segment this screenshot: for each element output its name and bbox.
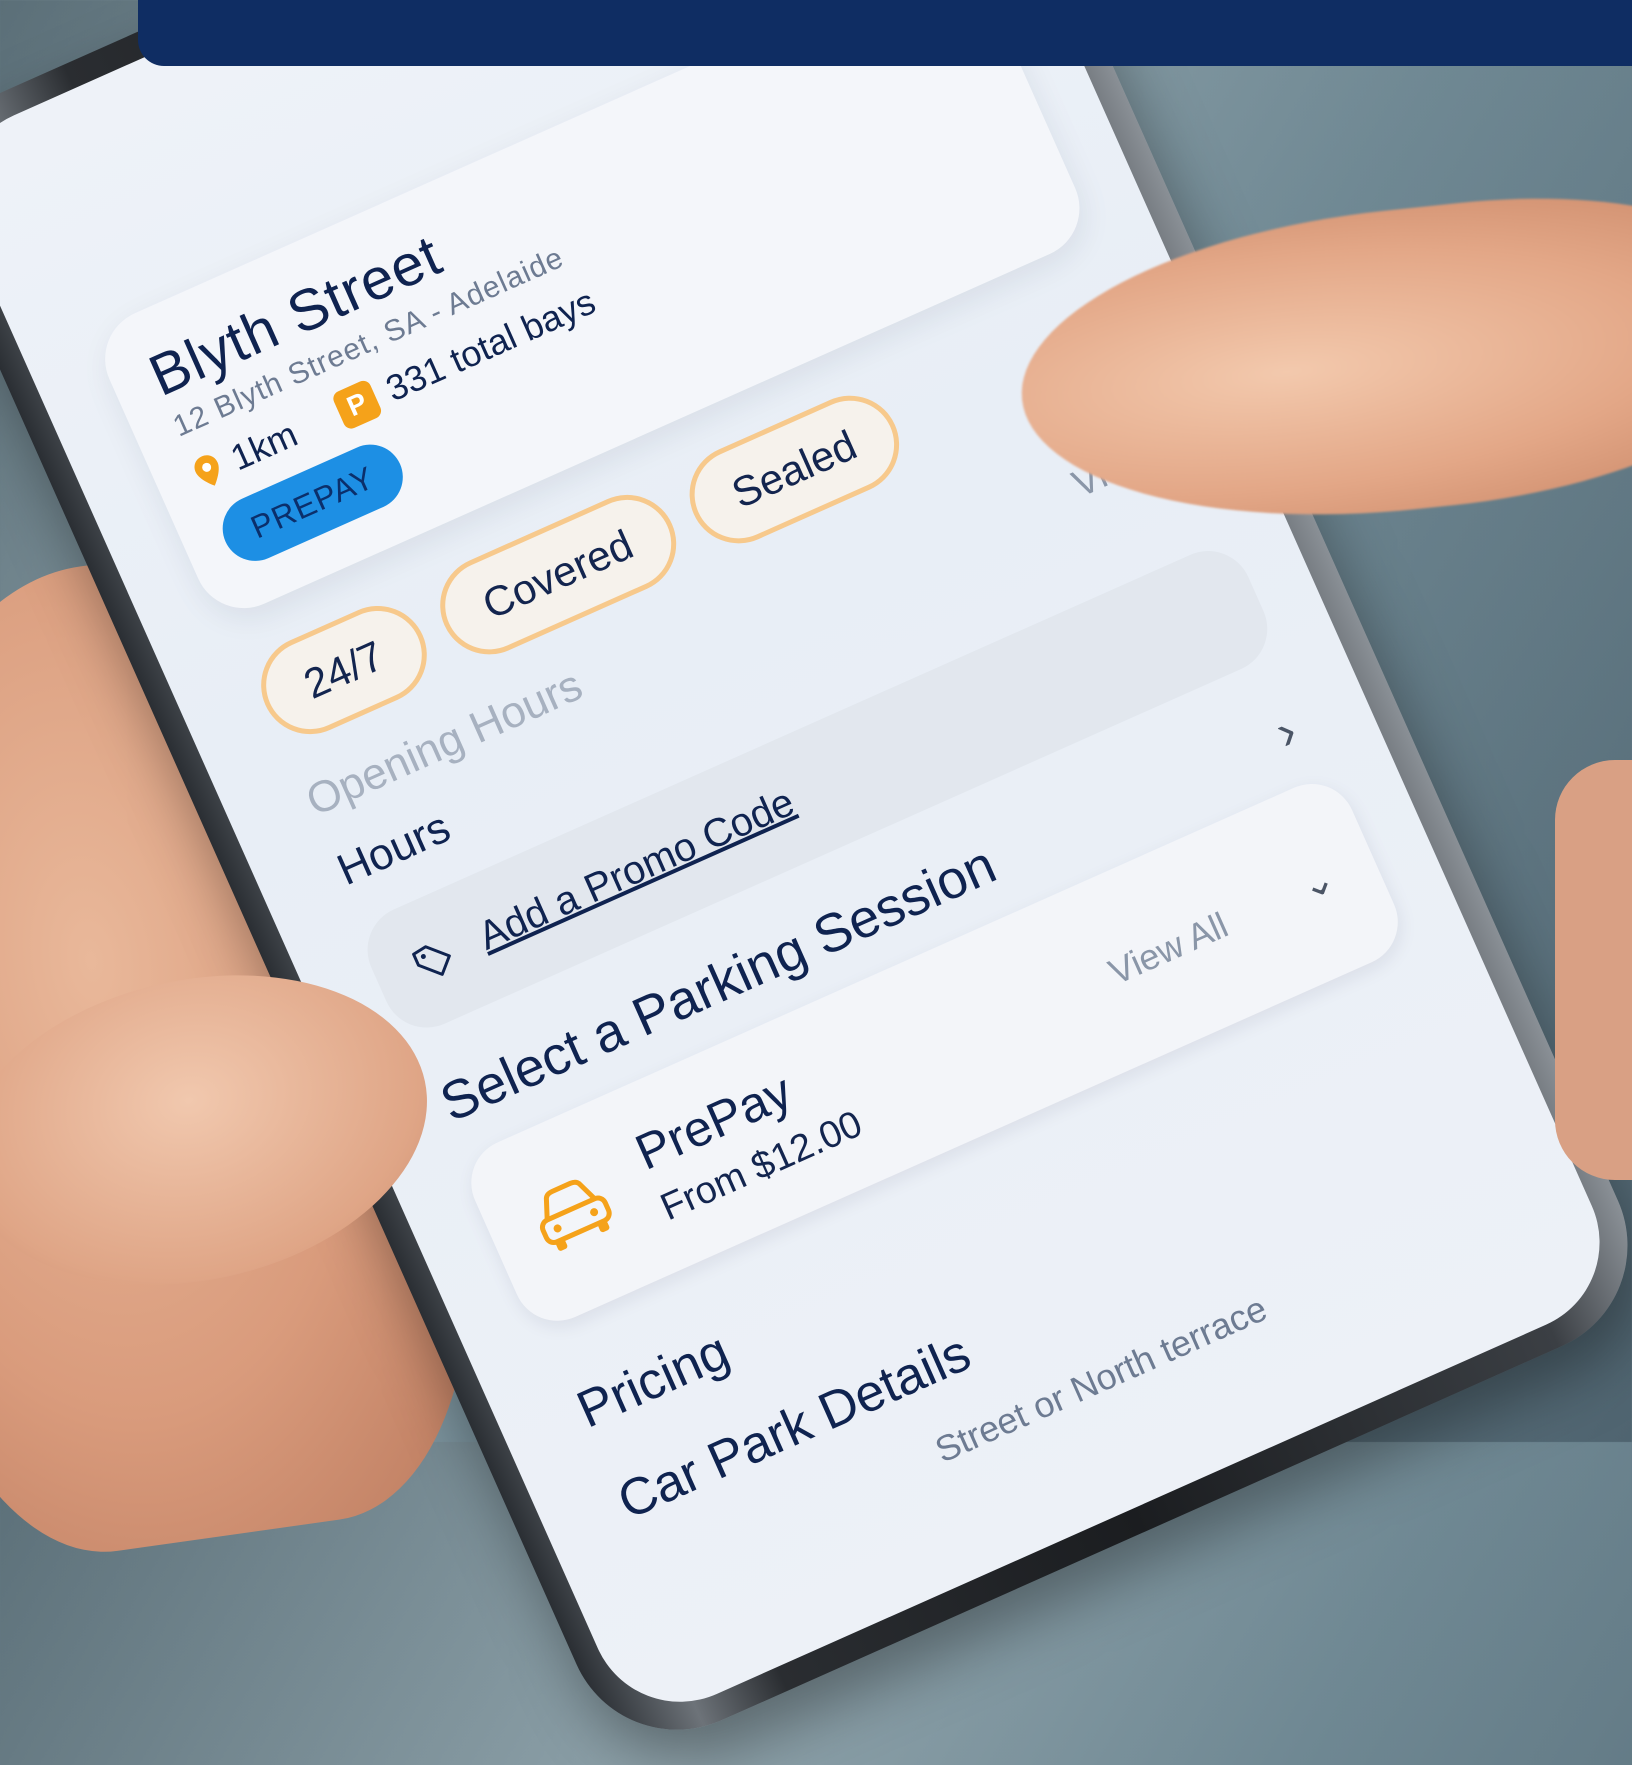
car-icon — [539, 1179, 612, 1251]
tag-icon — [411, 944, 451, 976]
top-banner-bar — [138, 0, 1632, 66]
parking-icon: P — [330, 378, 384, 432]
chip-24-7: 24/7 — [245, 590, 443, 750]
distance-text: 1km — [224, 413, 304, 479]
right-hand-edge — [1555, 760, 1632, 1180]
chevron-right-icon[interactable]: › — [1267, 701, 1306, 761]
session-text: PrePay From $12.00 — [627, 1041, 869, 1230]
view-all-link[interactable]: View All — [1102, 904, 1234, 993]
chevron-down-icon[interactable]: ⌄ — [1293, 854, 1342, 910]
pin-icon — [194, 455, 219, 486]
